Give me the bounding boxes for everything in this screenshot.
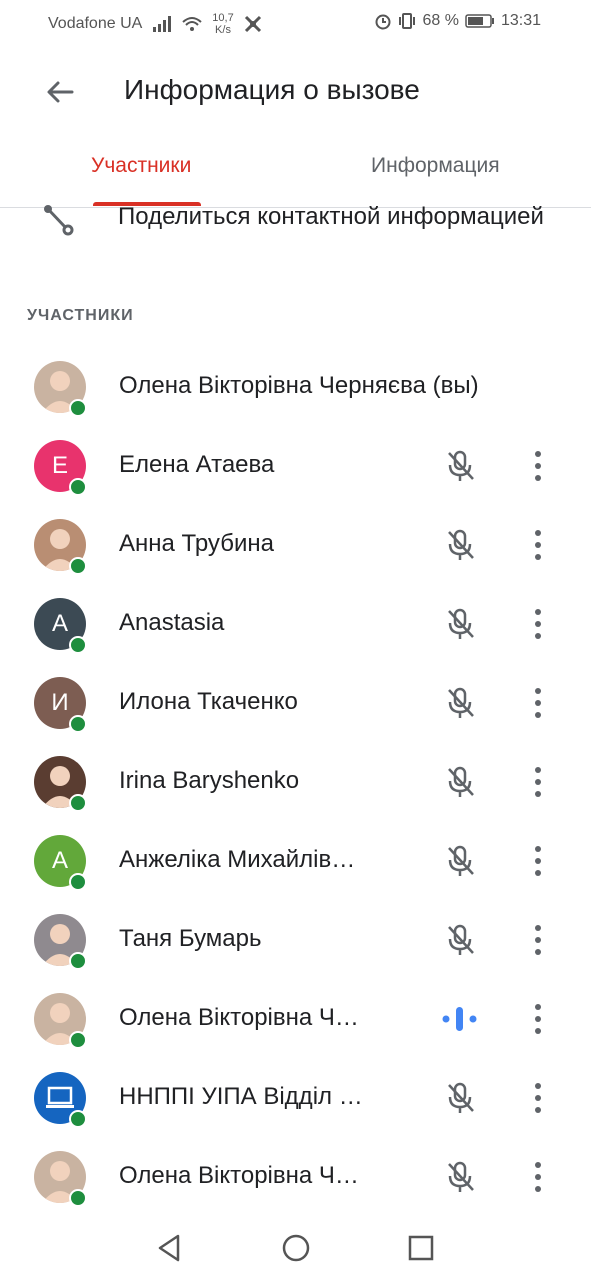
clock: 13:31 (500, 12, 541, 29)
share-label: Поделиться контактной информацией (118, 203, 544, 230)
online-status-dot (69, 952, 87, 970)
more-options-icon[interactable] (520, 1078, 556, 1118)
tab-information[interactable]: Информация (371, 154, 500, 178)
online-status-dot (69, 873, 87, 891)
participant-name: Таня Бумарь (119, 925, 262, 952)
avatar-initial: E (51, 452, 68, 479)
mic-muted-icon[interactable] (440, 683, 480, 723)
battery-percent: 68 % (422, 12, 459, 29)
online-status-dot (69, 557, 87, 575)
participant-row[interactable]: A Анжеліка Михайлів… (0, 835, 591, 914)
more-options-icon[interactable] (520, 920, 556, 960)
alarm-icon (375, 14, 391, 30)
app-notification-icon (244, 15, 261, 33)
participant-name: Анжеліка Михайлів… (119, 846, 356, 873)
online-status-dot (69, 1031, 87, 1049)
system-navigation-bar (0, 1212, 591, 1280)
share-contact-row[interactable]: Поделиться контактной информацией (0, 200, 591, 240)
vibrate-icon (399, 13, 416, 29)
participant-row[interactable]: Irina Baryshenko (0, 756, 591, 835)
online-status-dot (69, 715, 87, 733)
participant-name: Илона Ткаченко (119, 688, 298, 715)
mic-muted-icon[interactable] (440, 446, 480, 486)
more-options-icon[interactable] (520, 762, 556, 802)
participant-name: Анна Трубина (119, 530, 274, 557)
wifi-icon (182, 17, 202, 31)
more-options-icon[interactable] (520, 604, 556, 644)
tab-bar: Участники Информация (0, 140, 591, 206)
back-arrow-icon[interactable] (38, 70, 82, 114)
app-bar: Информация о вызове (0, 44, 591, 136)
online-status-dot (69, 399, 87, 417)
page-title: Информация о вызове (124, 74, 420, 105)
participants-section-header: УЧАСТНИКИ (27, 307, 134, 324)
online-status-dot (69, 1189, 87, 1207)
online-status-dot (69, 794, 87, 812)
nav-back-icon[interactable] (150, 1228, 190, 1268)
mic-muted-icon[interactable] (440, 525, 480, 565)
online-status-dot (69, 636, 87, 654)
more-options-icon[interactable] (520, 446, 556, 486)
participant-name: Олена Вікторівна Черняєва (вы) (119, 372, 479, 399)
participant-name: Anastasia (119, 609, 225, 636)
participant-name: ННППІ УІПА Відділ … (119, 1083, 363, 1110)
more-options-icon[interactable] (520, 683, 556, 723)
participant-name: Елена Атаева (119, 451, 275, 478)
mic-muted-icon[interactable] (440, 920, 480, 960)
avatar-initial: A (51, 847, 68, 874)
participant-name: Олена Вікторівна Ч… (119, 1004, 359, 1031)
carrier-name: Vodafone UA (48, 15, 143, 32)
mic-muted-icon[interactable] (440, 604, 480, 644)
online-status-dot (69, 1110, 87, 1128)
more-options-icon[interactable] (520, 841, 556, 881)
participant-row[interactable]: И Илона Ткаченко (0, 677, 591, 756)
mic-muted-icon[interactable] (440, 841, 480, 881)
share-icon (44, 205, 74, 236)
more-options-icon[interactable] (520, 525, 556, 565)
status-bar: Vodafone UA 10,7 K/s 68 % 13:31 (0, 0, 591, 44)
participant-name: Олена Вікторівна Ч… (119, 1162, 359, 1189)
participant-row[interactable]: E Елена Атаева (0, 440, 591, 519)
tab-participants[interactable]: Участники (91, 154, 191, 178)
network-speed: 10,7 K/s (212, 12, 234, 36)
speaking-indicator-icon (442, 1007, 477, 1031)
laptop-icon (46, 1086, 74, 1108)
mic-muted-icon[interactable] (440, 762, 480, 802)
more-options-icon[interactable] (520, 1157, 556, 1197)
mic-muted-icon[interactable] (440, 1078, 480, 1118)
participant-row[interactable]: Таня Бумарь (0, 914, 591, 993)
participant-row[interactable]: Анна Трубина (0, 519, 591, 598)
avatar-initial: A (51, 610, 68, 637)
avatar-initial: И (51, 689, 69, 716)
nav-home-icon[interactable] (276, 1228, 316, 1268)
participant-row[interactable]: Олена Вікторівна Ч… (0, 993, 591, 1072)
online-status-dot (69, 478, 87, 496)
battery-icon (465, 14, 494, 28)
participant-row[interactable]: ННППІ УІПА Відділ … (0, 1072, 591, 1151)
participant-row[interactable]: Олена Вікторівна Черняєва (вы) (0, 361, 591, 440)
nav-recents-icon[interactable] (401, 1228, 441, 1268)
signal-icon (153, 16, 172, 32)
more-options-icon[interactable] (520, 999, 556, 1039)
participant-row[interactable]: A Anastasia (0, 598, 591, 677)
participant-name: Irina Baryshenko (119, 767, 300, 794)
mic-muted-icon[interactable] (440, 1157, 480, 1197)
